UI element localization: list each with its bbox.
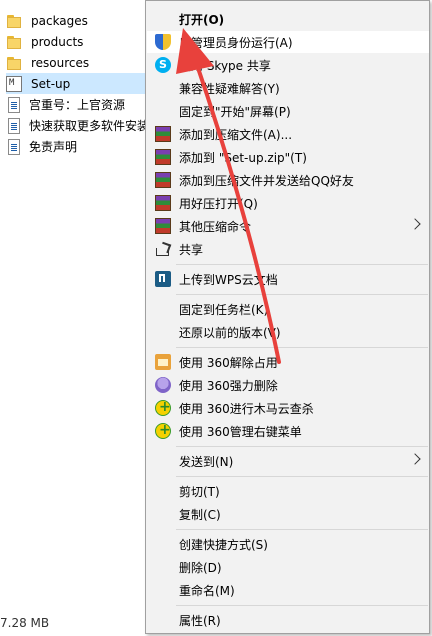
menu-item-label: 兼容性疑难解答(Y) <box>179 81 280 96</box>
menu-item-label: 复制(C) <box>179 507 221 522</box>
menu-item-19[interactable]: 使用 360强力删除 <box>147 374 429 396</box>
wps-icon <box>155 271 171 287</box>
menu-item-18[interactable]: 使用 360解除占用 <box>147 351 429 373</box>
chevron-right-icon <box>409 453 421 465</box>
menu-item-11[interactable]: 共享 <box>147 238 429 260</box>
winrar-icon <box>155 126 171 142</box>
menu-item-label: 使用 Skype 共享 <box>179 58 271 73</box>
context-menu: 打开(O) 以管理员身份运行(A) S 使用 Skype 共享 兼容性疑难解答(Y) 固定… <box>145 0 430 634</box>
menu-item-label: 添加到压缩文件并发送给QQ好友 <box>179 173 354 188</box>
file-name: Set-up <box>31 76 71 91</box>
menu-item-label: 添加到压缩文件(A)... <box>179 127 293 142</box>
menu-item-label: 打开(O) <box>179 12 225 27</box>
menu-separator <box>176 529 428 530</box>
menu-item-25[interactable]: 剪切(T) <box>147 480 429 502</box>
menu-item-label: 发送到(N) <box>179 454 234 469</box>
chevron-right-icon <box>409 218 421 230</box>
menu-item-8[interactable]: 添加到压缩文件并发送给QQ好友 <box>147 169 429 191</box>
menu-item-label: 以管理员身份运行(A) <box>179 35 293 50</box>
folder-icon <box>6 34 22 50</box>
doc-icon <box>8 117 20 134</box>
file-item-products[interactable]: products <box>6 31 156 52</box>
file-item-5[interactable]: 宫重号：上官资源 <box>6 94 156 115</box>
menu-item-label: 固定到任务栏(K) <box>179 302 269 317</box>
menu-item-label: 创建快捷方式(S) <box>179 537 268 552</box>
file-name: 宫重号：上官资源 <box>29 98 126 112</box>
menu-item-5[interactable]: 固定到"开始"屏幕(P) <box>147 100 429 122</box>
unlock360-icon <box>155 354 171 370</box>
winrar-icon <box>155 172 171 188</box>
menu-item-30[interactable]: 重命名(M) <box>147 579 429 601</box>
menu-item-label: 使用 360解除占用 <box>179 355 278 370</box>
menu-item-9[interactable]: 用好压打开(Q) <box>147 192 429 214</box>
menu-separator <box>176 476 428 477</box>
menu-item-label: 使用 360管理右键菜单 <box>179 424 302 439</box>
menu-item-10[interactable]: 其他压缩命令 <box>147 215 429 237</box>
menu-separator <box>176 347 428 348</box>
menu-item-1[interactable]: 打开(O) <box>147 8 429 30</box>
skype-icon: S <box>155 57 171 73</box>
menu-item-label: 还原以前的版本(V) <box>179 325 281 340</box>
file-item-6[interactable]: 快速获取更多软件安装 <box>6 115 156 136</box>
winrar-icon <box>155 218 171 234</box>
shield-icon <box>155 34 171 50</box>
exe-icon <box>6 75 22 92</box>
menu-item-16[interactable]: 还原以前的版本(V) <box>147 321 429 343</box>
menu-item-21[interactable]: 使用 360管理右键菜单 <box>147 420 429 442</box>
rmenu360-icon <box>155 422 171 439</box>
file-name: products <box>31 34 84 49</box>
menu-item-6[interactable]: 添加到压缩文件(A)... <box>147 123 429 145</box>
menu-item-20[interactable]: 使用 360进行木马云查杀 <box>147 397 429 419</box>
menu-item-label: 使用 360强力删除 <box>179 378 278 393</box>
menu-item-label: 共享 <box>179 242 204 257</box>
menu-item-13[interactable]: 上传到WPS云文档 <box>147 268 429 290</box>
file-name: 免责声明 <box>29 140 78 154</box>
menu-item-label: 属性(R) <box>179 613 221 628</box>
menu-item-29[interactable]: 删除(D) <box>147 556 429 578</box>
file-item-resources[interactable]: resources <box>6 52 156 73</box>
file-list: packages products resources Set-up 宫重号：上官资源快… <box>0 0 156 636</box>
winrar-icon <box>155 149 171 165</box>
menu-separator <box>176 264 428 265</box>
doc-icon <box>8 138 20 155</box>
share-icon <box>155 241 171 257</box>
file-item-packages[interactable]: packages <box>6 10 156 31</box>
scan360-icon <box>155 399 171 416</box>
menu-item-23[interactable]: 发送到(N) <box>147 450 429 472</box>
status-file-size: 7.28 MB <box>0 616 50 630</box>
menu-item-28[interactable]: 创建快捷方式(S) <box>147 533 429 555</box>
file-name: 快速获取更多软件安装 <box>29 119 150 133</box>
menu-separator <box>176 294 428 295</box>
menu-item-label: 其他压缩命令 <box>179 219 252 234</box>
menu-separator <box>176 605 428 606</box>
menu-item-label: 固定到"开始"屏幕(P) <box>179 104 291 119</box>
delete360-icon <box>155 377 171 393</box>
menu-item-7[interactable]: 添加到 "Set-up.zip"(T) <box>147 146 429 168</box>
folder-icon <box>6 55 22 71</box>
doc-icon <box>8 96 20 113</box>
menu-item-2[interactable]: 以管理员身份运行(A) <box>147 31 429 53</box>
menu-item-label: 添加到 "Set-up.zip"(T) <box>179 150 307 165</box>
menu-item-label: 用好压打开(Q) <box>179 196 258 211</box>
folder-icon <box>6 13 22 29</box>
menu-item-26[interactable]: 复制(C) <box>147 503 429 525</box>
file-name: resources <box>31 55 90 70</box>
menu-item-3[interactable]: S 使用 Skype 共享 <box>147 54 429 76</box>
menu-item-15[interactable]: 固定到任务栏(K) <box>147 298 429 320</box>
menu-item-label: 重命名(M) <box>179 583 235 598</box>
menu-item-32[interactable]: 属性(R) <box>147 609 429 631</box>
winrar-icon <box>155 195 171 211</box>
menu-item-label: 上传到WPS云文档 <box>179 272 278 287</box>
file-item-7[interactable]: 免责声明 <box>6 136 156 157</box>
file-name: packages <box>31 13 88 28</box>
menu-item-label: 删除(D) <box>179 560 222 575</box>
menu-item-4[interactable]: 兼容性疑难解答(Y) <box>147 77 429 99</box>
menu-separator <box>176 446 428 447</box>
file-item-set-up[interactable]: Set-up <box>6 73 156 94</box>
menu-item-label: 使用 360进行木马云查杀 <box>179 401 314 416</box>
menu-item-label: 剪切(T) <box>179 484 220 499</box>
